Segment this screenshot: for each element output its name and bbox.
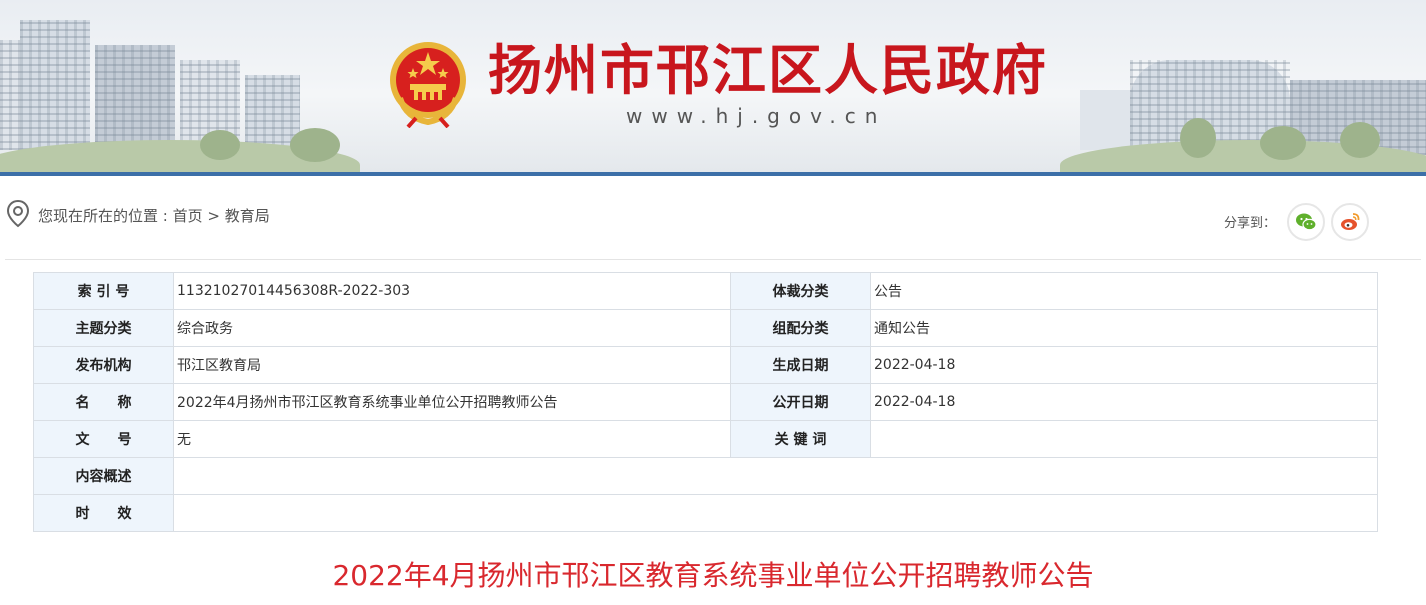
meta-key-created-date: 生成日期 [730, 346, 871, 384]
location-pin-icon [6, 199, 30, 228]
breadcrumb-prefix: 您现在所在的位置 : [38, 207, 173, 225]
meta-key-genre: 体裁分类 [730, 272, 871, 310]
meta-value-doc-number: 无 [173, 420, 731, 458]
section-divider [5, 259, 1421, 260]
table-row: 发布机构 邗江区教育局 生成日期 2022-04-18 [33, 346, 1378, 384]
meta-value-category: 通知公告 [870, 309, 1378, 347]
wechat-icon [1296, 213, 1317, 231]
meta-value-validity [173, 494, 1378, 532]
banner-divider [0, 172, 1426, 176]
meta-key-index-number: 索 引 号 [33, 272, 174, 310]
banner-building [20, 20, 90, 150]
banner-building [95, 45, 175, 150]
site-title: 扬州市邗江区人民政府 [488, 39, 1048, 102]
meta-value-summary [173, 457, 1378, 495]
banner-tree [1340, 122, 1380, 158]
meta-value-name: 2022年4月扬州市邗江区教育系统事业单位公开招聘教师公告 [173, 383, 731, 421]
breadcrumb-current-link[interactable]: 教育局 [225, 207, 270, 225]
table-row: 名 称 2022年4月扬州市邗江区教育系统事业单位公开招聘教师公告 公开日期 2… [33, 383, 1378, 421]
meta-value-genre: 公告 [870, 272, 1378, 310]
banner-tree [200, 130, 240, 160]
meta-value-keywords [870, 420, 1378, 458]
meta-key-keywords: 关 键 词 [730, 420, 871, 458]
meta-value-publisher: 邗江区教育局 [173, 346, 731, 384]
meta-value-index-number: 11321027014456308R-2022-303 [173, 272, 731, 310]
meta-key-publisher: 发布机构 [33, 346, 174, 384]
article-title: 2022年4月扬州市邗江区教育系统事业单位公开招聘教师公告 [332, 559, 1094, 592]
table-row: 文 号 无 关 键 词 [33, 420, 1378, 458]
weibo-icon [1341, 213, 1360, 230]
table-row: 内容概述 [33, 457, 1378, 495]
share-weibo-button[interactable] [1331, 203, 1369, 241]
breadcrumb-home-link[interactable]: 首页 [173, 207, 203, 225]
meta-key-publish-date: 公开日期 [730, 383, 871, 421]
meta-key-validity: 时 效 [33, 494, 174, 532]
meta-value-topic: 综合政务 [173, 309, 731, 347]
banner-tree [1180, 118, 1216, 158]
meta-key-topic: 主题分类 [33, 309, 174, 347]
meta-key-category: 组配分类 [730, 309, 871, 347]
meta-key-summary: 内容概述 [33, 457, 174, 495]
site-banner: 扬州市邗江区人民政府 www.hj.gov.cn [0, 0, 1426, 172]
banner-tree [1260, 126, 1306, 160]
share-label: 分享到： [1224, 216, 1277, 231]
meta-value-created-date: 2022-04-18 [870, 346, 1378, 384]
share-wechat-button[interactable] [1287, 203, 1325, 241]
table-row: 索 引 号 11321027014456308R-2022-303 体裁分类 公… [33, 272, 1378, 310]
banner-tree [290, 128, 340, 162]
table-row: 主题分类 综合政务 组配分类 通知公告 [33, 309, 1378, 347]
breadcrumb-separator: > [202, 207, 225, 225]
meta-key-doc-number: 文 号 [33, 420, 174, 458]
table-row: 时 效 [33, 494, 1378, 532]
meta-key-name: 名 称 [33, 383, 174, 421]
breadcrumb: 您现在所在的位置 : 首页 > 教育局 [38, 205, 270, 226]
meta-value-publish-date: 2022-04-18 [870, 383, 1378, 421]
site-url: www.hj.gov.cn [626, 104, 887, 128]
document-meta-table: 索 引 号 11321027014456308R-2022-303 体裁分类 公… [33, 272, 1378, 532]
national-emblem-icon [390, 42, 466, 128]
